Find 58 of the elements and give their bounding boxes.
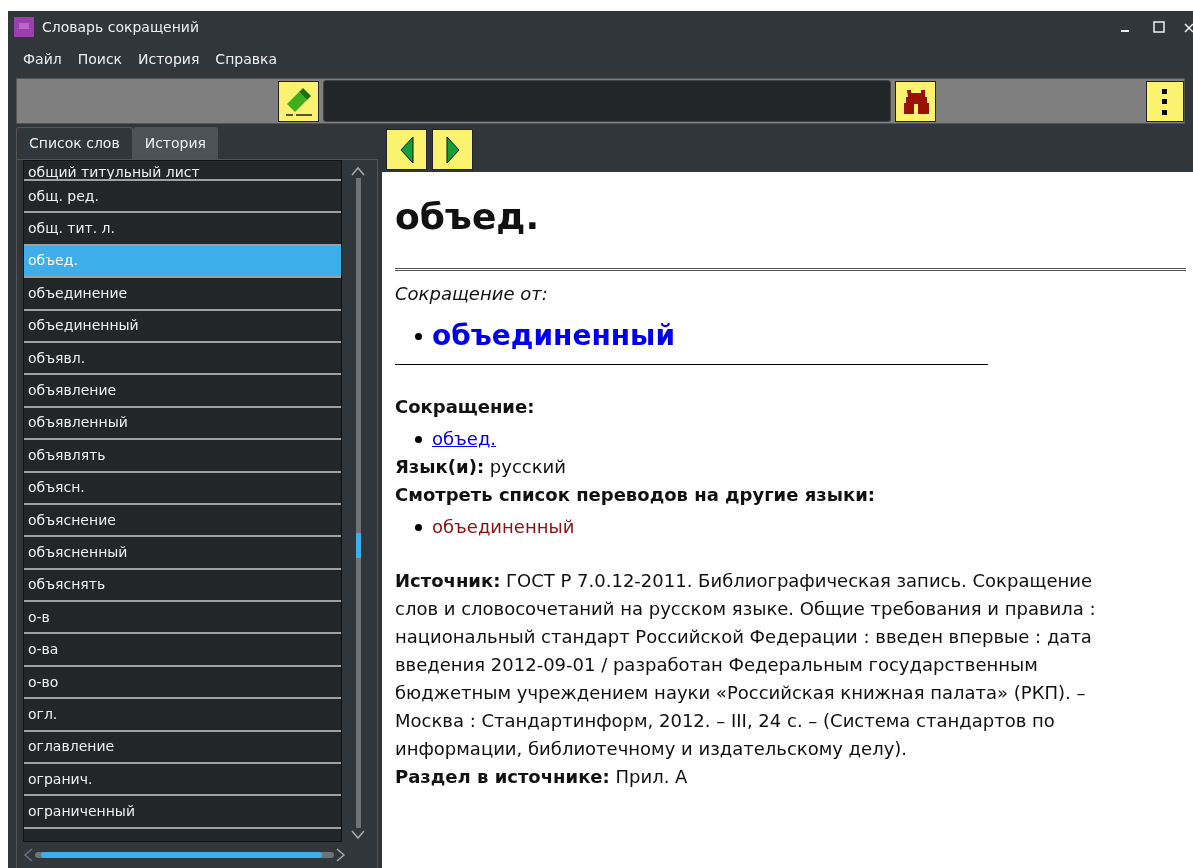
word-list-item[interactable]: объявлять <box>24 440 342 473</box>
bullet-icon <box>415 523 422 531</box>
word-list-item[interactable]: огл. <box>24 699 342 732</box>
scroll-up-icon[interactable] <box>351 166 366 176</box>
menu-item[interactable]: Поиск <box>70 48 130 70</box>
headword: объед. <box>395 195 541 239</box>
scroll-right-icon[interactable] <box>336 848 346 862</box>
maximize-icon[interactable] <box>1153 21 1165 33</box>
word-list-item[interactable]: о-ва <box>24 634 342 667</box>
word-list-item[interactable]: общий титульный лист <box>24 161 342 181</box>
tab[interactable]: Список слов <box>16 127 133 159</box>
word-list-item[interactable]: объявл. <box>24 342 342 376</box>
bullet-icon <box>415 332 422 340</box>
tab[interactable]: История <box>132 127 218 159</box>
source-text: Источник: ГОСТ Р 7.0.12-2011. Библиографическая запись. Сокращение слов и словосочетаний на русском языке. Общие требования и правила : национальный стандарт Российской Федерации : введен впервые : дата введения 2012-09-01 / разработан Федеральным государственным бюджетным учреждением науки «Российская книжная палата» (РКП). – Москва : Стандартинформ, 2012. – III, 24 с. – (Система стандартов по информации, библиотечному и издательскому делу). <box>395 569 1097 761</box>
word-list-item[interactable]: о-во <box>24 666 342 700</box>
word-list-item[interactable]: объясненный <box>24 537 342 570</box>
more-icon <box>1162 86 1168 116</box>
word-list-item[interactable]: объяснять <box>24 569 342 603</box>
right-arrow-icon <box>445 135 460 164</box>
word-list-item[interactable]: объяснение <box>24 504 342 538</box>
abbreviation-label: Сокращение: <box>395 395 536 419</box>
abbreviation-link[interactable]: объед. <box>432 425 497 453</box>
left-arrow-icon <box>399 135 414 164</box>
horizontal-scrollbar[interactable] <box>23 846 346 864</box>
word-list-item[interactable]: объявление <box>24 375 342 408</box>
search-button[interactable] <box>895 80 936 122</box>
menu-item[interactable]: Файл <box>16 48 69 70</box>
clear-button[interactable] <box>278 80 319 122</box>
word-list-item[interactable]: объединенный <box>24 310 342 343</box>
word-list-item[interactable]: о-в <box>24 602 342 635</box>
window-title: Словарь сокращений <box>42 17 201 37</box>
more-button[interactable] <box>1146 80 1184 122</box>
back-button[interactable] <box>386 129 427 170</box>
word-list-item[interactable]: ограниченный <box>24 796 342 829</box>
word-list-item[interactable]: объединение <box>24 278 342 311</box>
translations-label: Смотреть список переводов на другие языки: <box>395 483 876 507</box>
menu-item[interactable]: История <box>131 48 207 70</box>
from-label: Сокращение от: <box>395 282 549 306</box>
scroll-thumb[interactable] <box>355 533 361 558</box>
menu-item[interactable]: Справка <box>208 48 285 70</box>
expansion-link[interactable]: объединенный <box>432 322 676 350</box>
word-list-item[interactable]: огранич. <box>24 764 342 797</box>
app-icon <box>14 17 34 37</box>
bullet-icon <box>415 435 422 443</box>
section-text: Раздел в источнике: Прил. А <box>395 765 689 789</box>
word-list-item[interactable]: оглавление <box>24 731 342 765</box>
word-list-item[interactable]: общ. ред. <box>24 181 342 214</box>
scroll-thumb[interactable] <box>40 852 322 858</box>
word-list-item[interactable]: объявленный <box>24 407 342 441</box>
language-text: Язык(и): русский <box>395 455 567 479</box>
scroll-left-icon[interactable] <box>23 848 33 862</box>
close-icon[interactable] <box>1183 21 1193 33</box>
forward-button[interactable] <box>432 129 473 170</box>
search-field[interactable] <box>323 80 891 122</box>
scroll-down-icon[interactable] <box>351 830 366 840</box>
translation-link[interactable]: объединенный <box>432 513 575 541</box>
word-list-item[interactable]: объясн. <box>24 472 342 505</box>
